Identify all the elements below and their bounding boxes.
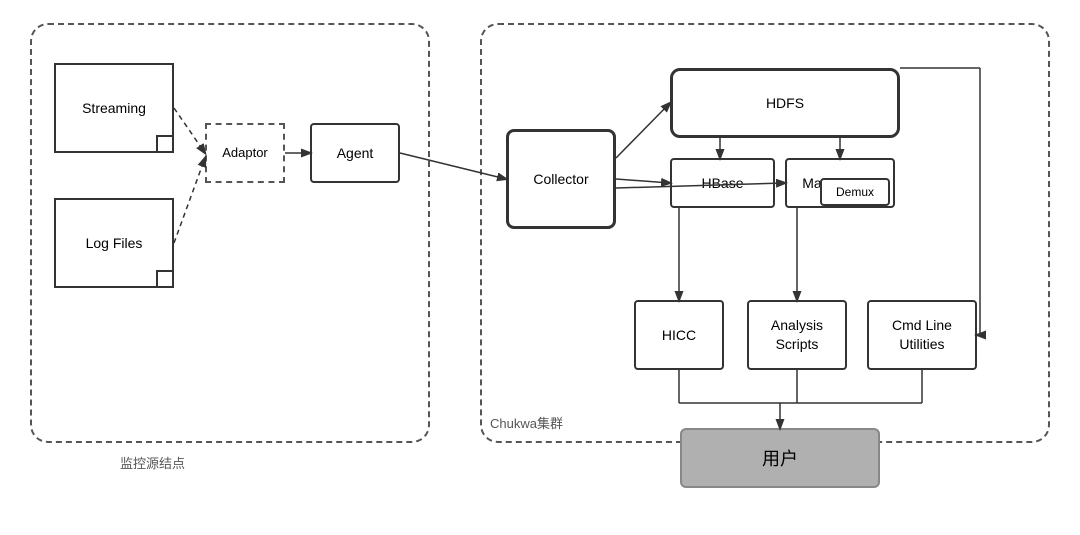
- hbase-label: HBase: [701, 175, 743, 191]
- agent-label: Agent: [337, 145, 374, 161]
- left-region-label: 监控源结点: [120, 453, 185, 472]
- adaptor-label: Adaptor: [222, 145, 268, 160]
- analysis-scripts-box: Analysis Scripts: [747, 300, 847, 370]
- hicc-box: HICC: [634, 300, 724, 370]
- collector-label: Collector: [533, 171, 588, 187]
- right-region-label: Chukwa集群: [490, 413, 563, 432]
- diagram: Streaming Log Files Adaptor Agent Collec…: [20, 13, 1060, 523]
- streaming-box: Streaming: [54, 63, 174, 153]
- collector-box: Collector: [506, 129, 616, 229]
- adaptor-box: Adaptor: [205, 123, 285, 183]
- agent-box: Agent: [310, 123, 400, 183]
- cmd-line-label: Cmd Line Utilities: [892, 316, 952, 352]
- streaming-label: Streaming: [82, 100, 146, 116]
- hbase-box: HBase: [670, 158, 775, 208]
- user-box: 用户: [680, 428, 880, 488]
- cmd-line-box: Cmd Line Utilities: [867, 300, 977, 370]
- hicc-label: HICC: [662, 327, 696, 343]
- hdfs-box: HDFS: [670, 68, 900, 138]
- hdfs-label: HDFS: [766, 95, 804, 111]
- analysis-scripts-label: Analysis Scripts: [771, 316, 823, 352]
- demux-box: Demux: [820, 178, 890, 206]
- log-files-label: Log Files: [86, 235, 143, 251]
- log-files-box: Log Files: [54, 198, 174, 288]
- user-label: 用户: [762, 445, 798, 471]
- demux-label: Demux: [836, 185, 874, 199]
